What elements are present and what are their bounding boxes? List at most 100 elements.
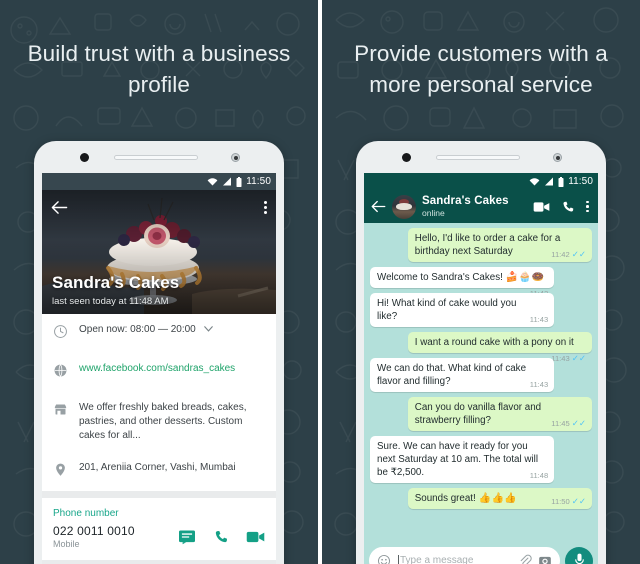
chat-contact-name: Sandra's Cakes <box>422 195 509 207</box>
screenshot-root: Build trust with a business profile 11:5… <box>0 0 640 564</box>
website-link[interactable]: www.facebook.com/sandras_cakes <box>79 362 265 376</box>
phone-number-row[interactable]: 022 0011 0010 Mobile <box>42 521 276 560</box>
address-text: 201, Areniia Corner, Vashi, Mumbai <box>79 462 236 473</box>
back-arrow-icon[interactable] <box>371 200 386 213</box>
signal-icon <box>223 177 232 186</box>
chat-header-actions <box>533 199 591 215</box>
status-bar-time: 11:50 <box>568 176 593 187</box>
chat-message-bubble: I want a round cake with a pony on it 11… <box>407 332 592 363</box>
front-camera-icon <box>402 153 411 162</box>
globe-icon <box>53 362 69 383</box>
read-receipt-icon: ✓✓ <box>571 418 586 429</box>
message-time: 11:48 <box>529 471 549 480</box>
message-meta: 11:45 ✓✓ <box>551 417 586 430</box>
battery-icon <box>558 176 564 187</box>
phone-bezel-top <box>34 141 284 173</box>
message-meta: 11:50 ✓✓ <box>551 495 586 508</box>
back-arrow-icon[interactable] <box>51 200 68 215</box>
message-meta: 11:43 <box>530 313 548 326</box>
status-bar-time: 11:50 <box>246 176 271 187</box>
description-text: We offer freshly baked breads, cakes, pa… <box>79 402 247 441</box>
signal-icon <box>545 177 554 186</box>
chat-message-list[interactable]: Hello, I'd like to order a cake for a bi… <box>364 223 598 543</box>
video-call-icon[interactable] <box>246 530 265 544</box>
info-row-website[interactable]: www.facebook.com/sandras_cakes <box>42 353 276 392</box>
message-text: Sure. We can have it ready for you next … <box>377 441 539 478</box>
wifi-icon <box>529 177 540 186</box>
clock-icon <box>53 323 69 344</box>
message-text: I want a round cake with a pony on it <box>414 337 574 348</box>
message-time: 11:45 <box>551 419 570 428</box>
info-row-hours[interactable]: Open now: 08:00 — 20:00 <box>42 314 276 353</box>
message-text: Hello, I'd like to order a cake for a bi… <box>414 233 561 257</box>
message-meta: 11:48 <box>530 469 548 482</box>
message-emoji: 🍰🧁🍩 <box>505 272 545 283</box>
chat-message-bubble: Welcome to Sandra's Cakes! 🍰🧁🍩 11:42 <box>370 267 555 298</box>
chat-message-bubble: Sounds great! 👍👍👍 11:50 ✓✓ <box>407 488 592 509</box>
last-seen-text: last seen today at 11:48 AM <box>52 296 169 307</box>
front-camera-icon <box>80 153 89 162</box>
message-icon[interactable] <box>178 529 196 545</box>
camera-icon[interactable] <box>538 554 552 564</box>
chevron-down-icon[interactable] <box>203 326 213 332</box>
message-time: 11:43 <box>529 380 549 389</box>
phone-number-value: 022 0011 0010 <box>53 524 135 538</box>
message-meta: 11:43 ✓✓ <box>551 352 586 365</box>
right-headline: Provide customers with a more personal s… <box>354 41 608 97</box>
chat-message-bubble: We can do that. What kind of cake flavor… <box>370 358 555 392</box>
voice-record-button[interactable] <box>565 546 593 564</box>
chat-message-bubble: Hello, I'd like to order a cake for a bi… <box>407 228 592 262</box>
emoji-smiley-icon[interactable] <box>377 554 391 564</box>
store-icon <box>53 401 69 422</box>
search-input[interactable]: Type a message <box>398 555 512 564</box>
chat-message-bubble: Can you do vanilla flavor and strawberry… <box>407 397 592 431</box>
section-divider-2 <box>42 560 276 564</box>
message-input-pill[interactable]: Type a message <box>369 547 560 564</box>
phone-bezel-top-right <box>356 141 606 173</box>
right-phone-screen: 11:50 Sandra's Cakes online Hello, I'd l… <box>364 173 598 564</box>
chat-message-bubble: Hi! What kind of cake would you like? 11… <box>370 293 555 327</box>
microphone-icon <box>574 553 584 564</box>
earpiece-speaker <box>114 155 198 160</box>
business-name: Sandra's Cakes <box>52 273 180 292</box>
proximity-sensor-icon <box>553 153 562 162</box>
battery-icon <box>236 176 242 187</box>
message-composer: Type a message <box>364 543 598 564</box>
info-row-description: We offer freshly baked breads, cakes, pa… <box>42 392 276 452</box>
chat-presence: online <box>422 208 445 218</box>
right-promo-panel: Provide customers with a more personal s… <box>322 0 640 564</box>
status-bar: 11:50 <box>42 173 276 190</box>
left-promo-panel: Build trust with a business profile 11:5… <box>0 0 318 564</box>
message-meta: 11:43 <box>530 378 548 391</box>
message-time: 11:43 <box>529 315 549 324</box>
section-divider <box>42 491 276 498</box>
left-headline: Build trust with a business profile <box>27 41 291 97</box>
right-phone-mockup: 11:50 Sandra's Cakes online Hello, I'd l… <box>356 141 606 564</box>
phone-actions <box>178 529 265 545</box>
overflow-menu-icon[interactable] <box>586 199 589 215</box>
overflow-menu-icon[interactable] <box>264 199 267 216</box>
message-text: Sounds great! <box>414 493 476 504</box>
location-pin-icon <box>53 461 69 482</box>
left-phone-mockup: 11:50 Sandra's Cakes last seen today at … <box>34 141 284 564</box>
cover-toolbar <box>42 190 276 224</box>
status-bar-right: 11:50 <box>364 173 598 190</box>
message-time: 11:42 <box>551 250 570 259</box>
read-receipt-icon: ✓✓ <box>571 353 586 364</box>
call-icon[interactable] <box>213 529 229 545</box>
video-call-icon[interactable] <box>533 201 550 213</box>
info-row-address[interactable]: 201, Areniia Corner, Vashi, Mumbai <box>42 452 276 491</box>
wifi-icon <box>207 177 218 186</box>
message-text: Can you do vanilla flavor and strawberry… <box>414 402 542 426</box>
paperclip-icon[interactable] <box>518 554 532 564</box>
message-meta: 11:42 ✓✓ <box>551 248 586 261</box>
message-text: We can do that. What kind of cake flavor… <box>377 363 527 387</box>
call-icon[interactable] <box>561 200 575 214</box>
chat-header: Sandra's Cakes online <box>364 190 598 223</box>
read-receipt-icon: ✓✓ <box>571 249 586 260</box>
avatar[interactable] <box>392 194 416 219</box>
message-emoji: 👍👍👍 <box>478 493 518 504</box>
message-time: 11:50 <box>551 497 570 506</box>
business-cover-photo: Sandra's Cakes last seen today at 11:48 … <box>42 190 276 314</box>
message-time: 11:43 <box>551 354 570 363</box>
